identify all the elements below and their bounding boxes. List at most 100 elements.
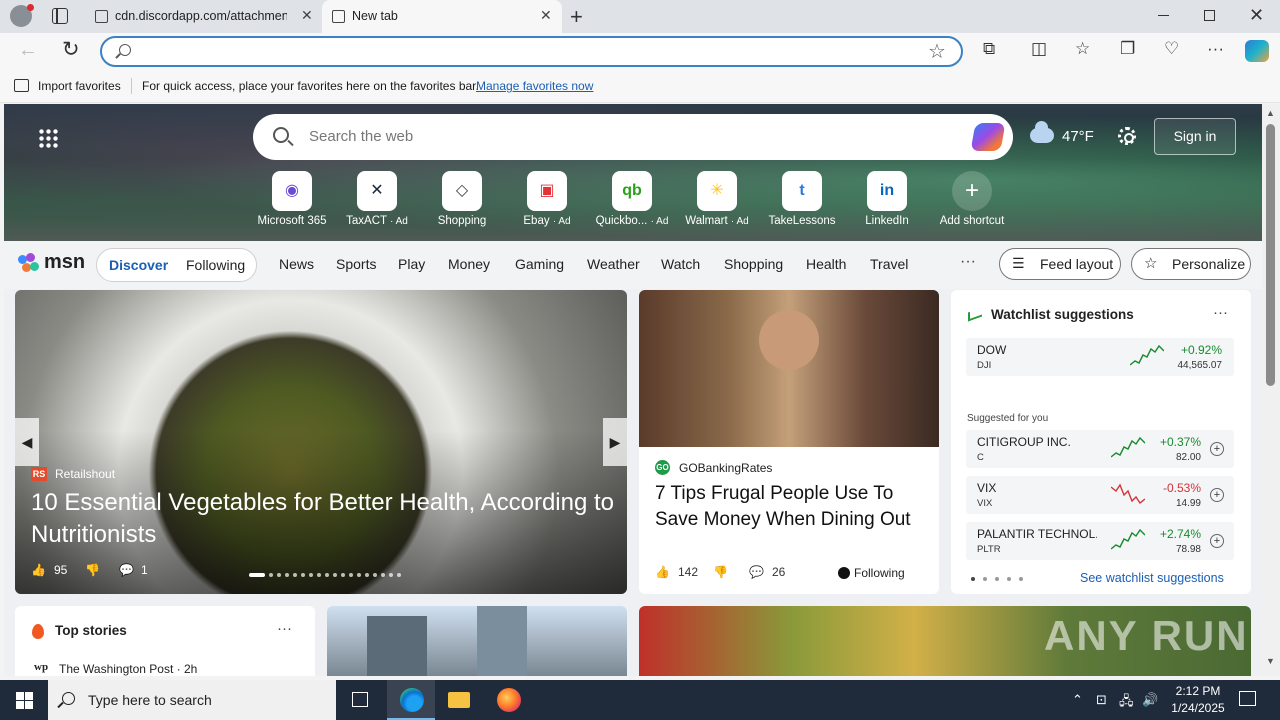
nav-travel[interactable]: Travel [870,256,908,272]
carousel-dot[interactable] [333,573,337,577]
carousel-dot[interactable] [341,573,345,577]
favorite-star-icon[interactable]: ☆ [928,39,946,64]
scroll-thumb[interactable] [1266,124,1275,386]
carousel-next-icon[interactable]: ▶ [603,418,627,466]
more-options-icon[interactable]: ··· [277,620,292,637]
device-icon[interactable]: ⊡ [1096,692,1107,708]
shortcut-tile[interactable]: ✳ Walmart · Ad [675,171,759,231]
page-dot[interactable] [971,577,975,581]
page-dot[interactable] [1007,577,1011,581]
nav-gaming[interactable]: Gaming [515,256,564,272]
shortcut-tile[interactable]: + Add shortcut [930,171,1014,231]
tab-new-tab[interactable]: New tab ✕ [322,0,562,33]
shortcut-tile[interactable]: ◉ Microsoft 365 [250,171,334,231]
web-search-box[interactable]: Search the web [253,114,1013,160]
shortcut-tile[interactable]: ✕ TaxACT · Ad [335,171,419,231]
feed-layout-button[interactable]: ☰ Feed layout [999,248,1121,280]
network-icon[interactable]: 🖧 [1119,692,1134,714]
clock-date[interactable]: 1/24/2025 [1155,701,1241,715]
web-search-input[interactable]: Search the web [309,128,413,145]
stock-row[interactable]: CITIGROUP INC. C +0.37% 82.00 + [966,430,1234,468]
shortcut-tile[interactable]: t TakeLessons [760,171,844,231]
headline[interactable]: 7 Tips Frugal People Use To Save Money W… [655,481,927,533]
comment-icon[interactable]: 💬 [749,565,764,579]
stock-row[interactable]: VIX VIX -0.53% 14.99 + [966,476,1234,514]
scroll-down-icon[interactable]: ▼ [1266,656,1275,666]
watchlist-title[interactable]: Watchlist suggestions [991,307,1134,322]
stock-row[interactable]: DOW DJI +0.92% 44,565.07 [966,338,1234,376]
copilot-icon[interactable] [1245,40,1269,62]
city-image-card[interactable] [327,606,627,676]
comment-icon[interactable]: 💬 [119,563,134,577]
personalize-button[interactable]: ☆ Personalize [1131,248,1251,280]
carousel-dot[interactable] [397,573,401,577]
back-arrow-icon[interactable]: ← [18,39,38,62]
like-icon[interactable]: 👍 [655,565,670,579]
source-name[interactable]: GOBankingRates [679,461,772,475]
nav-news[interactable]: News [279,256,314,272]
manage-favorites-link[interactable]: Manage favorites now [476,79,593,93]
nav-weather[interactable]: Weather [587,256,640,272]
page-dot[interactable] [995,577,999,581]
stock-row[interactable]: PALANTIR TECHNOL... PLTR +2.74% 78.98 + [966,522,1234,560]
page-dot[interactable] [1019,577,1023,581]
shortcut-tile[interactable]: in LinkedIn [845,171,929,231]
add-to-watchlist-icon[interactable]: + [1210,488,1224,502]
import-favorites-button[interactable]: Import favorites [38,79,121,93]
carousel-dot[interactable] [365,573,369,577]
carousel-dot[interactable] [269,573,273,577]
windows-start-icon[interactable] [16,692,33,709]
carousel-dot[interactable] [301,573,305,577]
copilot-icon[interactable] [970,123,1006,151]
browser-essentials-icon[interactable]: ♡ [1164,39,1179,59]
address-bar[interactable]: ☆ [100,36,963,67]
reload-icon[interactable]: ↻ [62,37,80,62]
top-stories-title[interactable]: Top stories [55,623,127,638]
dislike-icon[interactable]: 👎 [85,563,100,577]
firefox-button[interactable] [484,680,532,720]
tab-following[interactable]: Following [186,257,245,273]
carousel-dot[interactable] [309,573,313,577]
taskbar-search-input[interactable]: Type here to search [88,692,212,708]
settings-more-icon[interactable]: ··· [1207,39,1224,59]
add-to-watchlist-icon[interactable]: + [1210,534,1224,548]
carousel-dot[interactable] [285,573,289,577]
following-button[interactable]: Following [854,566,905,580]
partly-cloudy-icon[interactable] [1030,121,1054,143]
tab-actions-icon[interactable] [52,8,68,24]
nav-more-icon[interactable]: ··· [960,253,976,271]
source-name[interactable]: Retailshout [55,467,115,481]
headline[interactable]: 10 Essential Vegetables for Better Healt… [31,487,621,551]
page-dot[interactable] [983,577,987,581]
carousel-prev-icon[interactable]: ◀ [15,418,39,466]
clock-time[interactable]: 2:12 PM [1155,684,1241,698]
apps-launcher-icon[interactable] [38,128,58,148]
nav-sports[interactable]: Sports [336,256,376,272]
tab-discover[interactable]: Discover [109,257,168,273]
split-screen-icon[interactable]: ◫ [1031,39,1047,59]
carousel-dot[interactable] [317,573,321,577]
dislike-icon[interactable]: 👎 [713,565,728,579]
restore-icon[interactable] [1204,10,1215,21]
shortcut-tile[interactable]: ▣ Ebay · Ad [505,171,589,231]
carousel-dot[interactable] [277,573,281,577]
task-view-button[interactable] [336,680,384,720]
tab-discord-attachment[interactable]: cdn.discordapp.com/attachments/ ✕ [85,0,321,33]
close-tab-icon[interactable]: ✕ [540,7,552,24]
weather-temperature[interactable]: 47°F [1062,128,1094,145]
nav-play[interactable]: Play [398,256,425,272]
carousel-dot[interactable] [357,573,361,577]
close-tab-icon[interactable]: ✕ [301,7,313,24]
notifications-icon[interactable] [1239,691,1256,706]
favorites-icon[interactable]: ☆ [1075,39,1090,59]
new-tab-plus-icon[interactable]: + [570,4,583,30]
carousel-dot[interactable] [373,573,377,577]
carousel-dot[interactable] [389,573,393,577]
file-explorer-button[interactable] [435,680,483,720]
add-to-watchlist-icon[interactable]: + [1210,442,1224,456]
edge-taskbar-button[interactable] [387,680,435,720]
collections-icon[interactable]: ❐ [1120,39,1135,59]
nav-health[interactable]: Health [806,256,846,272]
carousel-dot[interactable] [349,573,353,577]
carousel-dot[interactable] [325,573,329,577]
